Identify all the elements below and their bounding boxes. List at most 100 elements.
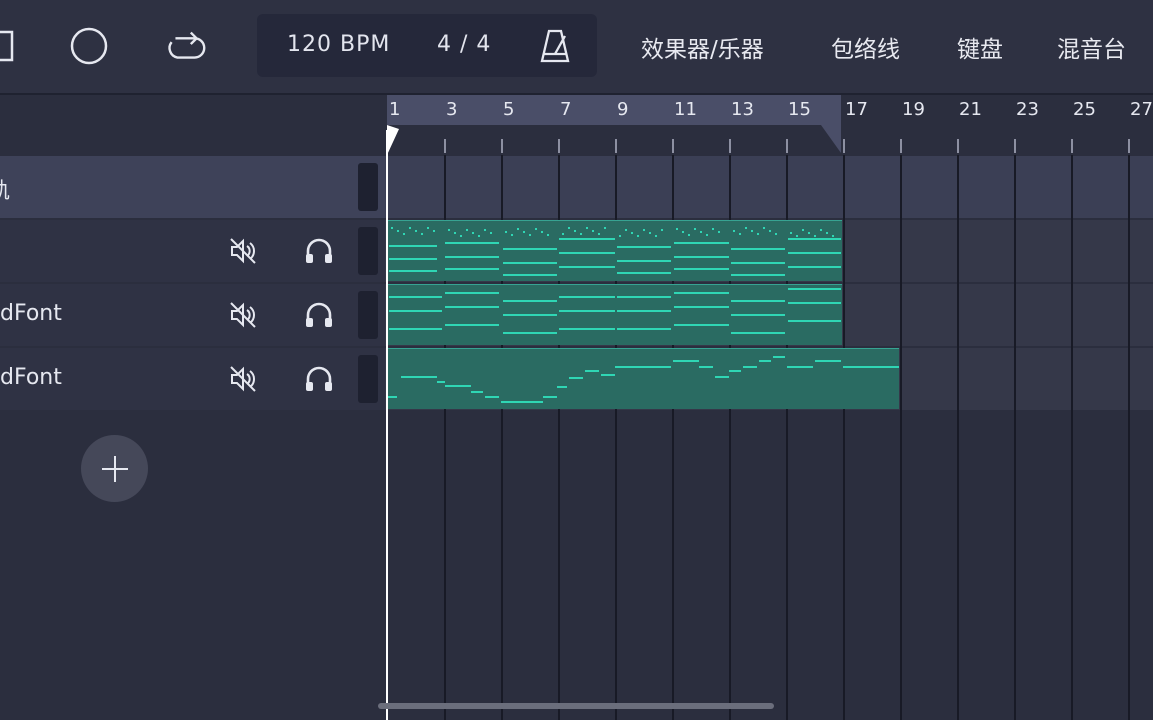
headphones-icon[interactable] — [302, 234, 336, 268]
velocity-dot — [751, 230, 753, 232]
velocity-dot — [745, 227, 747, 229]
bar-number-label: 3 — [446, 99, 458, 120]
velocity-dot — [619, 235, 621, 237]
velocity-dot — [541, 231, 543, 233]
track-lanes[interactable] — [385, 155, 1153, 720]
track-name: 轨 — [0, 173, 10, 205]
track-resize-handle[interactable] — [358, 355, 378, 403]
horizontal-scrollbar[interactable] — [378, 703, 774, 709]
clip-notes — [389, 227, 841, 276]
velocity-dot — [700, 231, 702, 233]
metronome-icon[interactable] — [538, 28, 572, 68]
velocity-dot — [568, 227, 570, 229]
velocity-dot — [466, 229, 468, 231]
velocity-dot — [775, 233, 777, 235]
velocity-dot — [586, 227, 588, 229]
velocity-dot — [688, 234, 690, 236]
clip-notes — [387, 356, 899, 403]
bar-number-label: 27 — [1130, 99, 1153, 120]
velocity-dot — [523, 231, 525, 233]
velocity-dot — [712, 228, 714, 230]
velocity-dot — [517, 228, 519, 230]
velocity-dot — [706, 234, 708, 236]
velocity-dot — [433, 230, 435, 232]
toolbar: 120 BPM 4 / 4 效果器/乐器 包络线 键盘 混音台 — [0, 0, 1153, 93]
mute-icon[interactable] — [226, 362, 260, 396]
midi-clip-track-2[interactable] — [387, 284, 842, 345]
bar-number-label: 5 — [503, 99, 515, 120]
velocity-dot — [757, 233, 759, 235]
velocity-dot — [832, 235, 834, 237]
velocity-dot — [460, 235, 462, 237]
velocity-dot — [661, 229, 663, 231]
headphones-icon[interactable] — [302, 298, 336, 332]
stop-icon[interactable] — [0, 22, 28, 70]
track-header-3[interactable]: dFont — [0, 348, 385, 410]
record-icon[interactable] — [65, 22, 113, 70]
tempo-panel[interactable]: 120 BPM 4 / 4 — [257, 14, 597, 77]
track-header-master[interactable]: 轨 — [0, 156, 385, 218]
bar-number-label: 13 — [731, 99, 754, 120]
mute-icon[interactable] — [226, 234, 260, 268]
velocity-dot — [580, 233, 582, 235]
midi-clip-track-1[interactable] — [387, 220, 842, 281]
velocity-dot — [592, 230, 594, 232]
velocity-dot — [637, 235, 639, 237]
bar-number-label: 11 — [674, 99, 697, 120]
bar-number-label: 7 — [560, 99, 572, 120]
velocity-dot — [682, 231, 684, 233]
velocity-dot — [769, 230, 771, 232]
velocity-dot — [820, 229, 822, 231]
velocity-dot — [739, 233, 741, 235]
velocity-dot — [415, 230, 417, 232]
velocity-dot — [454, 232, 456, 234]
velocity-dot — [733, 230, 735, 232]
menu-mixer[interactable]: 混音台 — [1057, 30, 1126, 64]
clip-notes — [389, 288, 841, 334]
menu-envelope[interactable]: 包络线 — [831, 30, 900, 64]
velocity-dot — [478, 235, 480, 237]
loop-icon[interactable] — [162, 22, 210, 70]
track-resize-handle[interactable] — [358, 291, 378, 339]
midi-clip-track-3[interactable] — [387, 348, 899, 409]
velocity-dot — [448, 229, 450, 231]
velocity-dot — [808, 232, 810, 234]
track-header-2[interactable]: dFont — [0, 284, 385, 346]
velocity-dot — [472, 232, 474, 234]
playhead[interactable] — [386, 130, 388, 720]
velocity-dot — [421, 233, 423, 235]
velocity-dot — [763, 227, 765, 229]
timeline-ruler[interactable]: 1 3 5 7 9 11 13 15 17 19 21 23 25 27 — [385, 95, 1153, 155]
track-header-1[interactable] — [0, 220, 385, 282]
velocity-dot — [604, 227, 606, 229]
velocity-dot — [643, 229, 645, 231]
velocity-dot — [826, 232, 828, 234]
velocity-dot — [625, 229, 627, 231]
velocity-dot — [598, 233, 600, 235]
add-track-button[interactable] — [81, 435, 148, 502]
tempo-display[interactable]: 120 BPM — [287, 32, 390, 57]
bar-number-label: 25 — [1073, 99, 1096, 120]
velocity-dot — [562, 233, 564, 235]
velocity-dot — [397, 230, 399, 232]
bar-number-label: 23 — [1016, 99, 1039, 120]
arrangement-timeline[interactable]: 1 3 5 7 9 11 13 15 17 19 21 23 25 27 — [385, 95, 1153, 720]
track-resize-handle[interactable] — [358, 163, 378, 211]
menu-effects-instruments[interactable]: 效果器/乐器 — [641, 30, 764, 64]
velocity-dot — [790, 232, 792, 234]
time-signature-display[interactable]: 4 / 4 — [437, 32, 491, 57]
velocity-dot — [391, 227, 393, 229]
plus-icon — [101, 455, 128, 482]
menu-keyboard[interactable]: 键盘 — [957, 30, 1003, 64]
headphones-icon[interactable] — [302, 362, 336, 396]
track-name: dFont — [0, 301, 62, 326]
velocity-dot — [814, 235, 816, 237]
track-resize-handle[interactable] — [358, 227, 378, 275]
bar-number-label: 1 — [389, 99, 401, 120]
velocity-dot — [802, 229, 804, 231]
mute-icon[interactable] — [226, 298, 260, 332]
velocity-dot — [409, 227, 411, 229]
track-list-header — [0, 95, 385, 155]
bar-number-label: 21 — [959, 99, 982, 120]
bar-number-label: 17 — [845, 99, 868, 120]
